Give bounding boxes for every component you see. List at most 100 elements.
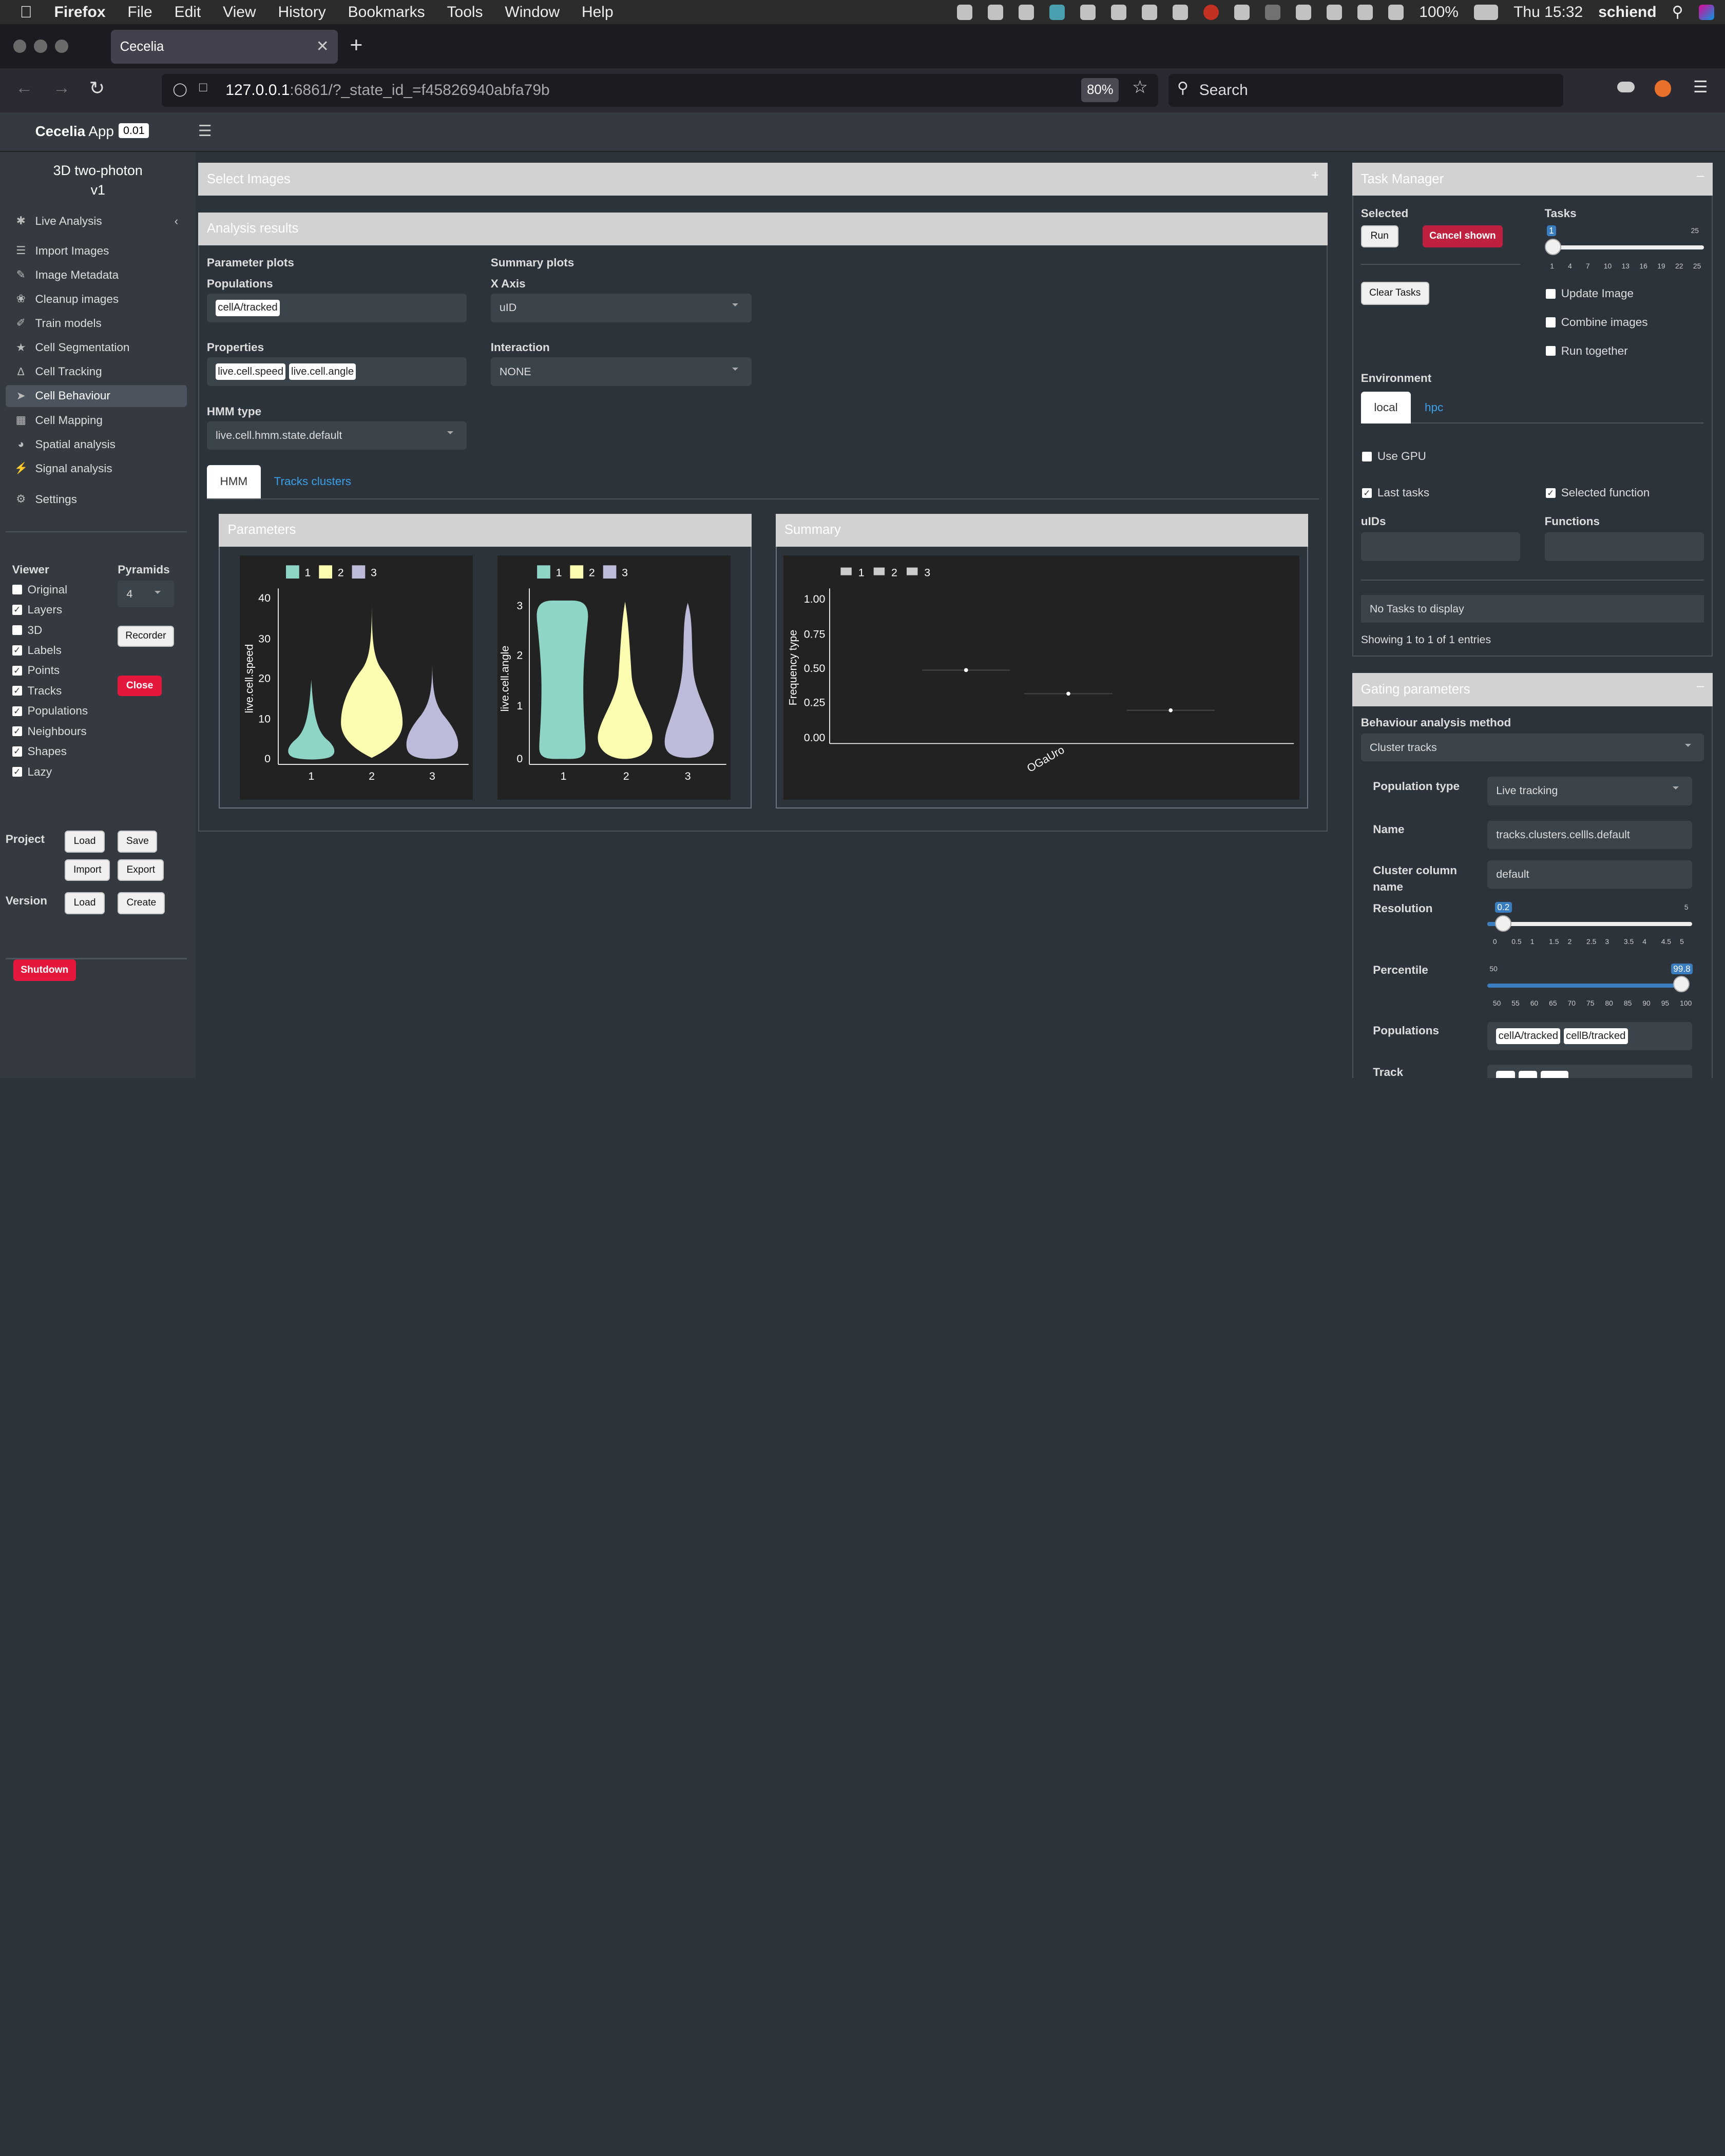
name-input[interactable]: tracks.clusters.cellls.default bbox=[1487, 820, 1692, 850]
back-icon[interactable]: ← bbox=[15, 78, 33, 98]
viewer-option-tracks[interactable]: ✓ Tracks bbox=[12, 684, 62, 698]
menu-view[interactable]: View bbox=[223, 4, 256, 21]
resolution-slider-track[interactable] bbox=[1487, 921, 1692, 927]
clear-tasks-button[interactable]: Clear Tasks bbox=[1360, 281, 1429, 305]
checkbox-box[interactable]: ✓ bbox=[12, 686, 22, 696]
time-machine-icon[interactable] bbox=[1234, 4, 1250, 20]
viewer-option-populations[interactable]: ✓ Populations bbox=[12, 704, 88, 718]
viewer-option-shapes[interactable]: ✓ Shapes bbox=[12, 745, 67, 758]
checkbox-box[interactable]: ✓ bbox=[12, 726, 22, 737]
clock[interactable]: Thu 15:32 bbox=[1513, 4, 1583, 21]
page-icon[interactable]: □ bbox=[199, 80, 207, 95]
viewer-option-3d[interactable]: 3D bbox=[12, 624, 42, 637]
select-images-header[interactable]: Select Images + bbox=[198, 163, 1328, 196]
shield-icon[interactable]: ◯ bbox=[172, 82, 187, 97]
status-icon[interactable] bbox=[957, 4, 973, 20]
track-chip[interactable] bbox=[1540, 1071, 1568, 1078]
x-axis-select[interactable]: uID bbox=[490, 294, 752, 322]
project-export-button[interactable]: Export bbox=[118, 859, 164, 881]
window-minimize-icon[interactable] bbox=[34, 40, 48, 53]
tab-close-icon[interactable]: ✕ bbox=[316, 37, 329, 55]
menu-edit[interactable]: Edit bbox=[175, 4, 201, 21]
window-zoom-icon[interactable] bbox=[55, 40, 68, 53]
keyboard-icon[interactable] bbox=[1296, 4, 1312, 20]
run-together-checkbox[interactable]: Run together bbox=[1545, 344, 1628, 358]
hmm-type-select[interactable]: live.cell.hmm.state.default bbox=[206, 421, 467, 450]
checkbox-box[interactable]: ✓ bbox=[1545, 488, 1556, 498]
checkbox-box[interactable]: ✓ bbox=[1362, 488, 1372, 498]
selected-function-checkbox[interactable]: ✓ Selected function bbox=[1545, 486, 1650, 499]
combine-images-checkbox[interactable]: Combine images bbox=[1545, 316, 1648, 329]
menu-app-name[interactable]: Firefox bbox=[54, 4, 106, 21]
tab-hmm[interactable]: HMM bbox=[206, 465, 261, 498]
sidebar-item-cell-tracking[interactable]: ∆ Cell Tracking bbox=[6, 361, 187, 383]
checkbox-box[interactable]: ✓ bbox=[12, 605, 22, 615]
version-create-button[interactable]: Create bbox=[118, 892, 165, 914]
checkbox-box[interactable] bbox=[1545, 317, 1556, 328]
shutdown-button[interactable]: Shutdown bbox=[13, 959, 76, 981]
status-icon[interactable] bbox=[1173, 4, 1189, 20]
sidebar-item-image-metadata[interactable]: ✎ Image Metadata bbox=[6, 264, 187, 286]
url-bar[interactable]: ◯ □ 127.0.0.1:6861/?_state_id_=f45826940… bbox=[162, 73, 1159, 107]
browser-tab[interactable]: Cecelia ✕ bbox=[111, 29, 338, 64]
populations-input[interactable]: cellA/tracked bbox=[206, 294, 467, 322]
sidebar-item-train-models[interactable]: ✐ Train models bbox=[6, 313, 187, 335]
menu-icon[interactable]: ☰ bbox=[1693, 77, 1708, 97]
sidebar-item-spatial-analysis[interactable]: ◕ Spatial analysis bbox=[6, 433, 187, 455]
menu-help[interactable]: Help bbox=[582, 4, 614, 21]
menu-bookmarks[interactable]: Bookmarks bbox=[348, 4, 425, 21]
status-icon[interactable] bbox=[1019, 4, 1034, 20]
siri-icon[interactable] bbox=[1698, 4, 1714, 20]
project-save-button[interactable]: Save bbox=[118, 830, 158, 853]
sidebar-toggle-icon[interactable]: ☰ bbox=[198, 122, 212, 140]
viewer-option-points[interactable]: ✓ Points bbox=[12, 664, 60, 677]
run-button[interactable]: Run bbox=[1360, 225, 1398, 248]
bookmark-star-icon[interactable]: ☆ bbox=[1132, 77, 1148, 98]
population-chip[interactable]: cellB/tracked bbox=[1563, 1028, 1628, 1045]
cancel-shown-button[interactable]: Cancel shown bbox=[1422, 225, 1503, 248]
update-image-checkbox[interactable]: Update Image bbox=[1545, 287, 1634, 300]
sidebar-item-signal-analysis[interactable]: ⚡ Signal analysis bbox=[6, 457, 187, 479]
menu-file[interactable]: File bbox=[127, 4, 152, 21]
menu-history[interactable]: History bbox=[278, 4, 325, 21]
checkbox-box[interactable]: ✓ bbox=[12, 766, 22, 777]
user-name[interactable]: schiend bbox=[1598, 4, 1656, 21]
tab-local[interactable]: local bbox=[1360, 391, 1411, 424]
track-chip[interactable] bbox=[1496, 1071, 1516, 1078]
viewer-option-original[interactable]: Original bbox=[12, 583, 67, 596]
menu-tools[interactable]: Tools bbox=[447, 4, 483, 21]
sidebar-item-cleanup-images[interactable]: ❀ Cleanup images bbox=[6, 288, 187, 310]
app-brand[interactable]: Cecelia App bbox=[35, 123, 114, 140]
window-close-icon[interactable] bbox=[13, 40, 27, 53]
tasks-slider-track[interactable] bbox=[1546, 245, 1704, 250]
collapse-icon[interactable]: – bbox=[1697, 168, 1704, 183]
property-chip[interactable]: live.cell.angle bbox=[289, 363, 356, 380]
status-icon[interactable] bbox=[1142, 4, 1158, 20]
tab-hpc[interactable]: hpc bbox=[1411, 392, 1456, 424]
checkbox-box[interactable] bbox=[1545, 288, 1556, 299]
tasks-slider-handle[interactable] bbox=[1544, 239, 1561, 256]
bluetooth-icon[interactable] bbox=[1265, 4, 1281, 20]
checkbox-box[interactable] bbox=[12, 625, 22, 636]
last-tasks-checkbox[interactable]: ✓ Last tasks bbox=[1362, 486, 1429, 499]
gating-populations-input[interactable]: cellA/tracked cellB/tracked bbox=[1487, 1022, 1692, 1051]
reload-icon[interactable]: ↻ bbox=[89, 77, 105, 99]
checkbox-box[interactable] bbox=[1362, 451, 1372, 462]
sidebar-item-live-analysis[interactable]: ✱ Live Analysis ‹ bbox=[6, 210, 187, 232]
menu-window[interactable]: Window bbox=[505, 4, 560, 21]
new-tab-icon[interactable]: + bbox=[350, 33, 362, 58]
viewer-option-neighbours[interactable]: ✓ Neighbours bbox=[12, 725, 87, 738]
property-chip[interactable]: live.cell.speed bbox=[215, 363, 286, 380]
method-select[interactable]: Cluster tracks bbox=[1360, 734, 1704, 761]
forward-icon[interactable]: → bbox=[53, 78, 70, 98]
volume-icon[interactable] bbox=[1388, 4, 1404, 20]
extension-icon[interactable] bbox=[1654, 80, 1671, 97]
recorder-button[interactable]: Recorder bbox=[118, 626, 174, 647]
project-import-button[interactable]: Import bbox=[65, 859, 110, 881]
percentile-slider-track[interactable] bbox=[1487, 983, 1685, 988]
checkbox-box[interactable] bbox=[12, 585, 22, 595]
project-load-button[interactable]: Load bbox=[65, 830, 105, 853]
version-load-button[interactable]: Load bbox=[65, 892, 105, 914]
status-icon[interactable] bbox=[1111, 4, 1127, 20]
apple-icon[interactable]:  bbox=[20, 3, 32, 22]
